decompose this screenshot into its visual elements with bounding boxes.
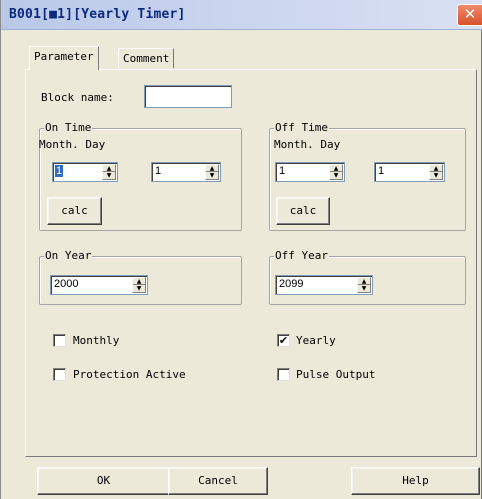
spin-down-icon[interactable]: ▼ [133, 285, 145, 292]
spin-up-icon[interactable]: ▲ [206, 165, 218, 172]
spin-up-icon[interactable]: ▲ [103, 165, 115, 172]
monthly-label[interactable]: Monthly [73, 334, 119, 347]
spin-down-icon[interactable]: ▼ [103, 172, 115, 179]
yearly-timer-dialog: B001[■1][Yearly Timer] ✕ Parameter Comme… [0, 0, 482, 499]
off-time-month-arrows[interactable]: ▲ ▼ [329, 164, 343, 180]
on-time-calc-button[interactable]: calc [47, 197, 102, 225]
block-name-input[interactable] [144, 85, 232, 108]
tab-parameter[interactable]: Parameter [29, 46, 99, 70]
off-year-spinner[interactable]: 2099 ▲ ▼ [275, 275, 373, 295]
pulse-output-checkbox[interactable] [277, 368, 290, 381]
ok-button[interactable]: OK [37, 467, 170, 495]
spin-up-icon[interactable]: ▲ [133, 278, 145, 285]
spin-down-icon[interactable]: ▼ [358, 285, 370, 292]
cancel-button-label: Cancel [198, 474, 238, 487]
on-time-group-label: On Time [44, 121, 93, 134]
spin-down-icon[interactable]: ▼ [430, 172, 442, 179]
off-time-month-day-header: Month. Day [274, 138, 341, 151]
spin-down-icon[interactable]: ▼ [206, 172, 218, 179]
off-time-day-value: 1 [378, 165, 385, 177]
close-icon: ✕ [463, 5, 477, 23]
on-time-month-arrows[interactable]: ▲ ▼ [102, 164, 116, 180]
tab-comment[interactable]: Comment [118, 48, 175, 68]
off-time-day-spinner[interactable]: 1 ▲ ▼ [374, 162, 445, 182]
spin-down-icon[interactable]: ▼ [330, 172, 342, 179]
on-time-month-day-header: Month. Day [39, 138, 106, 151]
ok-button-label: OK [96, 474, 111, 487]
monthly-checkbox[interactable] [53, 334, 66, 347]
pulse-output-label[interactable]: Pulse Output [296, 368, 375, 381]
off-time-calc-label: calc [289, 204, 317, 217]
tab-parameter-label: Parameter [34, 50, 94, 63]
on-time-day-spinner[interactable]: 1 ▲ ▼ [151, 162, 221, 182]
yearly-label[interactable]: Yearly [296, 334, 336, 347]
off-time-day-arrows[interactable]: ▲ ▼ [429, 164, 443, 180]
close-button[interactable]: ✕ [457, 4, 482, 26]
on-time-calc-label: calc [61, 204, 88, 217]
spin-up-icon[interactable]: ▲ [430, 165, 442, 172]
on-year-arrows[interactable]: ▲ ▼ [132, 277, 146, 293]
off-year-group-label: Off Year [274, 249, 329, 262]
on-year-value: 2000 [54, 278, 79, 290]
protection-active-label[interactable]: Protection Active [73, 368, 186, 381]
off-year-value: 2099 [279, 278, 304, 290]
on-year-spinner[interactable]: 2000 ▲ ▼ [50, 275, 148, 295]
cancel-button[interactable]: Cancel [168, 467, 268, 495]
on-time-month-spinner[interactable]: 1 ▲ ▼ [52, 162, 118, 182]
on-time-day-arrows[interactable]: ▲ ▼ [205, 164, 219, 180]
tab-comment-label: Comment [123, 52, 170, 65]
protection-active-checkbox[interactable] [53, 368, 66, 381]
help-button-label: Help [402, 474, 429, 487]
help-button[interactable]: Help [351, 467, 480, 495]
yearly-checkbox[interactable]: ✔ [277, 334, 290, 347]
on-time-month-value: 1 [55, 165, 64, 177]
checkmark-icon: ✔ [278, 334, 289, 347]
off-time-month-value: 1 [279, 165, 286, 177]
on-time-day-value: 1 [155, 165, 162, 177]
spin-up-icon[interactable]: ▲ [330, 165, 342, 172]
window-title: B001[■1][Yearly Timer] [9, 7, 186, 22]
title-bar[interactable]: B001[■1][Yearly Timer] ✕ [1, 0, 482, 30]
off-time-group-label: Off Time [274, 121, 329, 134]
off-year-arrows[interactable]: ▲ ▼ [357, 277, 371, 293]
on-year-group-label: On Year [44, 249, 93, 262]
off-time-calc-button[interactable]: calc [276, 197, 330, 225]
spin-up-icon[interactable]: ▲ [358, 278, 370, 285]
off-time-month-spinner[interactable]: 1 ▲ ▼ [275, 162, 345, 182]
block-name-label: Block name: [41, 91, 114, 104]
